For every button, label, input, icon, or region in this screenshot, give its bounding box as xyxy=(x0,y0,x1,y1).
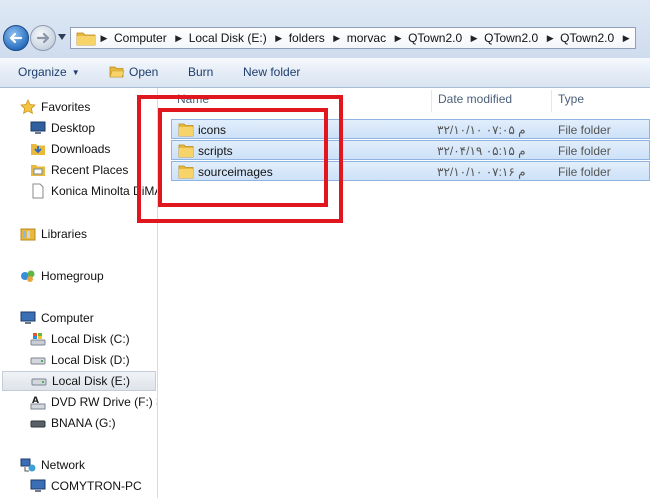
sidebar-item-label: Computer xyxy=(41,311,94,325)
sidebar-item-network[interactable]: Network xyxy=(20,455,85,475)
chevron-down-icon: ▼ xyxy=(71,67,80,77)
breadcrumb-item[interactable]: Local Disk (E:) xyxy=(187,31,271,45)
column-divider[interactable] xyxy=(551,90,552,112)
sidebar-item-drive-c[interactable]: Local Disk (C:) xyxy=(30,329,130,349)
sidebar-item-downloads[interactable]: Downloads xyxy=(30,139,110,159)
sidebar-item-label: Local Disk (D:) xyxy=(51,353,130,367)
drive-icon xyxy=(30,352,46,368)
column-header-date-modified[interactable]: Date modified xyxy=(438,92,512,106)
sidebar-item-drive-d[interactable]: Local Disk (D:) xyxy=(30,350,130,370)
sidebar-item-label: Libraries xyxy=(41,227,88,241)
breadcrumb-item[interactable]: QTown2.0 xyxy=(482,31,542,45)
file-date: ۳۲/۱۰/۱۰ م ۰۷:۰۵ xyxy=(437,123,526,137)
sidebar-item-favorites[interactable]: Favorites xyxy=(20,97,90,117)
breadcrumb-separator-icon[interactable]: ▶ xyxy=(271,33,287,44)
file-type: File folder xyxy=(558,165,611,179)
file-type: File folder xyxy=(558,123,611,137)
network-icon xyxy=(20,457,36,473)
sidebar-item-computer[interactable]: Computer xyxy=(20,308,94,328)
breadcrumb-item[interactable]: QTown2.0 xyxy=(558,31,618,45)
computer-icon xyxy=(30,478,46,494)
document-icon xyxy=(30,183,46,199)
breadcrumb-item[interactable]: morvac xyxy=(345,31,390,45)
sidebar-item-label: COMYTRON-PC xyxy=(51,479,142,493)
libraries-icon xyxy=(20,226,36,242)
sidebar-item-comytron-pc[interactable]: COMYTRON-PC xyxy=(30,476,142,496)
new-folder-label: New folder xyxy=(243,65,301,79)
open-label: Open xyxy=(129,65,159,79)
open-button[interactable]: Open xyxy=(109,65,158,79)
homegroup-icon xyxy=(20,268,36,284)
column-divider[interactable] xyxy=(431,90,432,112)
computer-icon xyxy=(20,310,36,326)
breadcrumb-separator-icon[interactable]: ▶ xyxy=(542,33,558,44)
windows-drive-icon xyxy=(30,331,46,347)
sidebar-item-label: DVD RW Drive (F:) 3D xyxy=(51,395,157,409)
breadcrumb[interactable]: ▶ Computer ▶ Local Disk (E:) ▶ folders ▶… xyxy=(70,27,636,49)
sidebar-item-label: BNANA (G:) xyxy=(51,416,116,430)
desktop-icon xyxy=(30,120,46,136)
sidebar-item-label: Network xyxy=(41,458,86,472)
breadcrumb-separator-icon[interactable]: ▶ xyxy=(618,33,634,44)
sidebar-item-homegroup[interactable]: Homegroup xyxy=(20,266,104,286)
open-folder-icon xyxy=(109,66,125,78)
drive-icon xyxy=(31,373,47,389)
breadcrumb-separator-icon[interactable]: ▶ xyxy=(171,33,187,44)
sidebar-item-dvd-drive-f[interactable]: A DVD RW Drive (F:) 3D xyxy=(30,392,157,412)
file-type: File folder xyxy=(558,144,611,158)
burn-label: Burn xyxy=(188,65,214,79)
file-date: ۳۲/۱۰/۱۰ م ۰۷:۱۶ xyxy=(437,165,526,179)
recent-pages-dropdown-icon[interactable] xyxy=(58,34,66,40)
breadcrumb-item[interactable]: folders xyxy=(287,31,329,45)
organize-button[interactable]: Organize ▼ xyxy=(18,65,80,79)
sidebar-item-drive-g[interactable]: BNANA (G:) xyxy=(30,413,116,433)
breadcrumb-separator-icon[interactable]: ▶ xyxy=(390,33,406,44)
sidebar-item-label: Local Disk (C:) xyxy=(51,332,130,346)
recent-places-icon xyxy=(30,162,46,178)
breadcrumb-separator-icon[interactable]: ▶ xyxy=(466,33,482,44)
arrow-left-icon xyxy=(9,32,23,44)
address-bar: ▶ Computer ▶ Local Disk (E:) ▶ folders ▶… xyxy=(0,0,650,58)
forward-button[interactable] xyxy=(30,25,56,51)
breadcrumb-separator-icon[interactable]: ▶ xyxy=(96,33,112,44)
sidebar-item-label: Recent Places xyxy=(51,163,129,177)
breadcrumb-item[interactable]: Computer xyxy=(112,31,171,45)
sidebar-item-label: Favorites xyxy=(41,100,91,114)
svg-text:A: A xyxy=(32,396,39,406)
command-bar: Organize ▼ Open Burn New folder xyxy=(0,58,650,88)
annotation-inner-rectangle xyxy=(158,108,328,207)
navigation-pane: Favorites Desktop Downloads Recent Place… xyxy=(0,88,158,498)
sidebar-item-label: Downloads xyxy=(51,142,111,156)
sidebar-item-label: Desktop xyxy=(51,121,96,135)
new-folder-button[interactable]: New folder xyxy=(243,65,300,79)
folder-icon xyxy=(76,32,96,46)
back-button[interactable] xyxy=(3,25,29,51)
breadcrumb-separator-icon[interactable]: ▶ xyxy=(329,33,345,44)
sidebar-item-label: Homegroup xyxy=(41,269,104,283)
sidebar-item-desktop[interactable]: Desktop xyxy=(30,118,95,138)
dvd-drive-icon: A xyxy=(30,394,46,410)
arrow-right-icon xyxy=(36,32,50,44)
organize-label: Organize xyxy=(18,65,67,79)
column-header-type[interactable]: Type xyxy=(558,92,584,106)
star-icon xyxy=(20,99,36,115)
breadcrumb-item[interactable]: QTown2.0 xyxy=(406,31,466,45)
sidebar-item-drive-e[interactable]: Local Disk (E:) xyxy=(2,371,156,391)
downloads-folder-icon xyxy=(30,141,46,157)
file-date: ۳۲/۰۴/۱۹ م ۰۵:۱۵ xyxy=(437,144,526,158)
burn-button[interactable]: Burn xyxy=(188,65,213,79)
sidebar-item-recent-places[interactable]: Recent Places xyxy=(30,160,128,180)
sidebar-item-label: Local Disk (E:) xyxy=(52,374,131,388)
usb-drive-icon xyxy=(30,415,46,431)
sidebar-item-libraries[interactable]: Libraries xyxy=(20,224,87,244)
